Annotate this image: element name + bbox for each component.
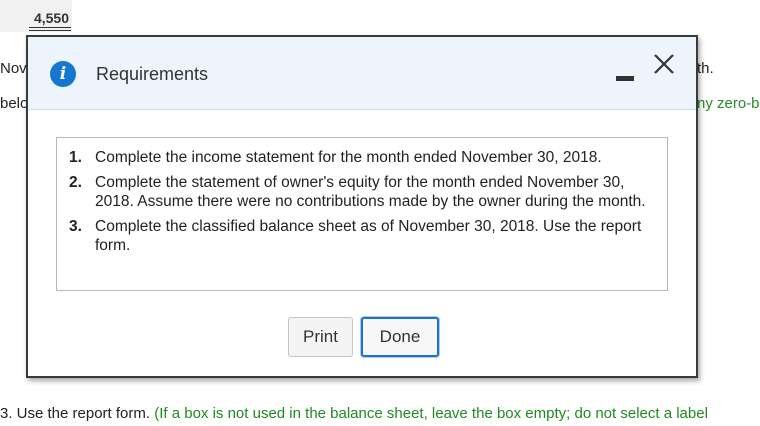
requirement-text: Complete the statement of owner's equity… — [95, 174, 646, 210]
requirements-dialog: i Requirements 1. Complete the income st… — [26, 35, 698, 378]
dialog-header: i Requirements — [28, 37, 696, 110]
background-instruction-hint: (If a box is not used in the balance she… — [154, 405, 708, 422]
minimize-icon[interactable] — [616, 67, 634, 81]
close-icon[interactable] — [650, 50, 678, 78]
requirement-number: 1. — [69, 149, 82, 166]
requirement-number: 3. — [69, 218, 82, 235]
background-instruction-prefix: 3. Use the report form. — [0, 405, 151, 422]
requirement-item: 3. Complete the classified balance sheet… — [69, 217, 655, 255]
background-total-double-underline — [29, 30, 71, 31]
requirement-text: Complete the income statement for the mo… — [95, 149, 602, 166]
requirements-box: 1. Complete the income statement for the… — [56, 137, 668, 291]
requirement-item: 1. Complete the income statement for the… — [69, 148, 655, 167]
requirement-item: 2. Complete the statement of owner's equ… — [69, 173, 655, 211]
background-text-left-1: Nov — [0, 60, 27, 77]
background-total-underline — [29, 27, 71, 28]
background-text-left-2: belo — [0, 95, 29, 112]
background-total-value: 4,550 — [33, 10, 69, 26]
requirement-number: 2. — [69, 174, 82, 191]
info-icon: i — [50, 61, 76, 87]
background-text-right-2: ny zero-b — [697, 95, 760, 112]
background-instruction-line: 3. Use the report form. (If a box is not… — [0, 405, 708, 423]
dialog-title: Requirements — [96, 64, 209, 84]
print-button[interactable]: Print — [288, 317, 353, 357]
requirements-list: 1. Complete the income statement for the… — [57, 138, 667, 255]
done-button[interactable]: Done — [361, 317, 439, 357]
requirement-text: Complete the classified balance sheet as… — [95, 218, 642, 254]
background-text-right-1: th. — [697, 60, 714, 77]
